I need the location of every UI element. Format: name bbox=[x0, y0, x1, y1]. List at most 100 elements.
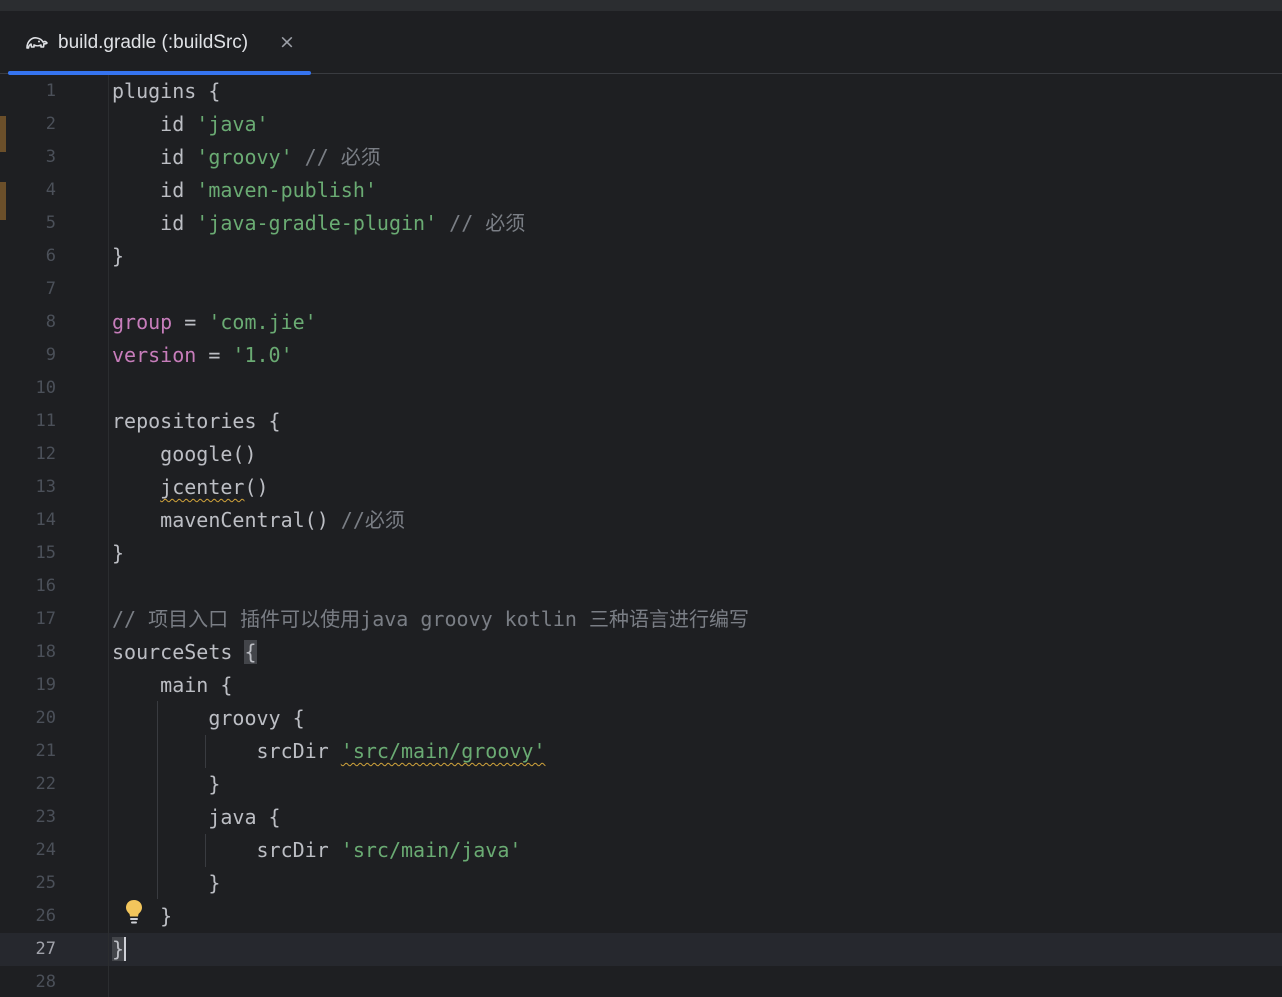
code-text: groovy { bbox=[112, 702, 305, 735]
close-icon[interactable]: × bbox=[276, 29, 298, 55]
code-line[interactable]: 21 srcDir 'src/main/groovy' bbox=[0, 735, 1282, 768]
code-line[interactable]: 10 bbox=[0, 372, 1282, 405]
code-token: groovy { bbox=[112, 706, 305, 730]
code-token: id bbox=[112, 211, 197, 235]
code-token: srcDir bbox=[112, 838, 341, 862]
code-line[interactable]: 11 repositories { bbox=[0, 405, 1282, 438]
tab-build-gradle[interactable]: build.gradle (:buildSrc) × bbox=[8, 11, 311, 75]
line-number: 5 bbox=[45, 213, 56, 233]
code-token: '1.0' bbox=[232, 343, 293, 367]
indent-guide bbox=[157, 701, 158, 899]
code-token: 'java-gradle-plugin' bbox=[196, 211, 438, 235]
code-token: } bbox=[112, 244, 125, 268]
code-line[interactable]: 24 srcDir 'src/main/java' bbox=[0, 834, 1282, 867]
line-number: 16 bbox=[35, 576, 56, 596]
code-token: // 必须 bbox=[292, 145, 381, 169]
code-line[interactable]: 7 bbox=[0, 273, 1282, 306]
code-text: main { bbox=[112, 669, 232, 702]
code-token: srcDir bbox=[112, 739, 341, 763]
code-text: // 项目入口 插件可以使用java groovy kotlin 三种语言进行编… bbox=[112, 603, 749, 636]
code-line[interactable]: 22 } bbox=[0, 768, 1282, 801]
indent-guide bbox=[205, 735, 206, 768]
code-line[interactable]: 18 sourceSets { bbox=[0, 636, 1282, 669]
line-number: 10 bbox=[35, 378, 56, 398]
code-token: mavenCentral() bbox=[112, 508, 341, 532]
code-line[interactable]: 17 // 项目入口 插件可以使用java groovy kotlin 三种语言进… bbox=[0, 603, 1282, 636]
window-top-strip bbox=[0, 0, 1282, 11]
code-token: //必须 bbox=[340, 508, 405, 532]
code-line[interactable]: 5 id 'java-gradle-plugin' // 必须 bbox=[0, 207, 1282, 240]
code-text: sourceSets { bbox=[112, 636, 257, 669]
code-token: plugins { bbox=[112, 79, 221, 103]
code-line[interactable]: 3 id 'groovy' // 必须 bbox=[0, 141, 1282, 174]
code-token: } bbox=[112, 772, 221, 796]
line-number: 17 bbox=[35, 609, 56, 629]
code-token: 'com.jie' bbox=[208, 310, 317, 334]
code-text: mavenCentral() //必须 bbox=[112, 504, 405, 537]
code-editor[interactable]: 28 27} 26 } 25 } 24 srcDir 'src/main/java' 23… bbox=[0, 75, 1282, 997]
line-number: 27 bbox=[35, 939, 56, 959]
code-text: srcDir 'src/main/java' bbox=[112, 834, 521, 867]
editor-tab-bar: build.gradle (:buildSrc) × bbox=[0, 11, 1282, 75]
line-number: 18 bbox=[35, 642, 56, 662]
code-text: id 'maven-publish' bbox=[112, 174, 377, 207]
code-line[interactable]: 14 mavenCentral() //必须 bbox=[0, 504, 1282, 537]
line-number: 11 bbox=[35, 411, 56, 431]
code-line[interactable]: 1 plugins { bbox=[0, 75, 1282, 108]
code-line[interactable]: 9 version = '1.0' bbox=[0, 339, 1282, 372]
code-text: } bbox=[112, 867, 220, 900]
code-token: version bbox=[112, 343, 197, 367]
code-text: group = 'com.jie' bbox=[112, 306, 317, 339]
gradle-elephant-icon bbox=[25, 32, 49, 54]
line-number: 3 bbox=[45, 147, 56, 167]
code-line[interactable]: 13 jcenter() bbox=[0, 471, 1282, 504]
code-token: sourceSets bbox=[112, 640, 245, 664]
code-token: java { bbox=[112, 805, 281, 829]
gutter-divider bbox=[108, 75, 109, 997]
code-text: id 'java-gradle-plugin' // 必须 bbox=[112, 207, 525, 240]
line-number: 22 bbox=[35, 774, 56, 794]
code-line[interactable]: 12 google() bbox=[0, 438, 1282, 471]
change-marker bbox=[0, 116, 6, 152]
line-number: 1 bbox=[45, 81, 56, 101]
code-token: = bbox=[196, 343, 233, 367]
line-number: 9 bbox=[45, 345, 56, 365]
line-number: 14 bbox=[35, 510, 56, 530]
code-line[interactable]: 16 bbox=[0, 570, 1282, 603]
code-token: 'src/main/groovy' bbox=[340, 739, 546, 763]
code-token: repositories { bbox=[112, 409, 281, 433]
code-line[interactable]: 15} bbox=[0, 537, 1282, 570]
code-line[interactable]: 6} bbox=[0, 240, 1282, 273]
code-line[interactable]: 4 id 'maven-publish' bbox=[0, 174, 1282, 207]
line-number: 8 bbox=[45, 312, 56, 332]
line-number: 25 bbox=[35, 873, 56, 893]
code-token: google() bbox=[112, 442, 257, 466]
line-number: 20 bbox=[35, 708, 56, 728]
code-line[interactable]: 23 java { bbox=[0, 801, 1282, 834]
code-line[interactable]: 25 } bbox=[0, 867, 1282, 900]
code-text: } bbox=[112, 768, 220, 801]
code-line[interactable]: 19 main { bbox=[0, 669, 1282, 702]
code-line[interactable]: 26 } bbox=[0, 900, 1282, 933]
code-token: main { bbox=[112, 673, 233, 697]
line-number: 26 bbox=[35, 906, 56, 926]
line-number: 7 bbox=[45, 279, 56, 299]
code-text: id 'groovy' // 必须 bbox=[112, 141, 381, 174]
code-token: } bbox=[112, 541, 125, 565]
code-token: } bbox=[112, 937, 127, 961]
code-line[interactable]: 8 group = 'com.jie' bbox=[0, 306, 1282, 339]
code-text: java { bbox=[112, 801, 281, 834]
code-text: plugins { bbox=[112, 75, 220, 108]
code-text: srcDir 'src/main/groovy' bbox=[112, 735, 545, 768]
code-line[interactable]: 28 bbox=[0, 966, 1282, 997]
lightbulb-icon[interactable] bbox=[122, 898, 146, 926]
code-token: id bbox=[112, 178, 197, 202]
code-line[interactable]: 2 id 'java' bbox=[0, 108, 1282, 141]
code-line[interactable]: 27} bbox=[0, 933, 1282, 966]
line-number: 21 bbox=[35, 741, 56, 761]
code-line[interactable]: 20 groovy { bbox=[0, 702, 1282, 735]
line-number: 6 bbox=[45, 246, 56, 266]
code-text: } bbox=[112, 537, 124, 570]
line-number: 28 bbox=[35, 972, 56, 992]
